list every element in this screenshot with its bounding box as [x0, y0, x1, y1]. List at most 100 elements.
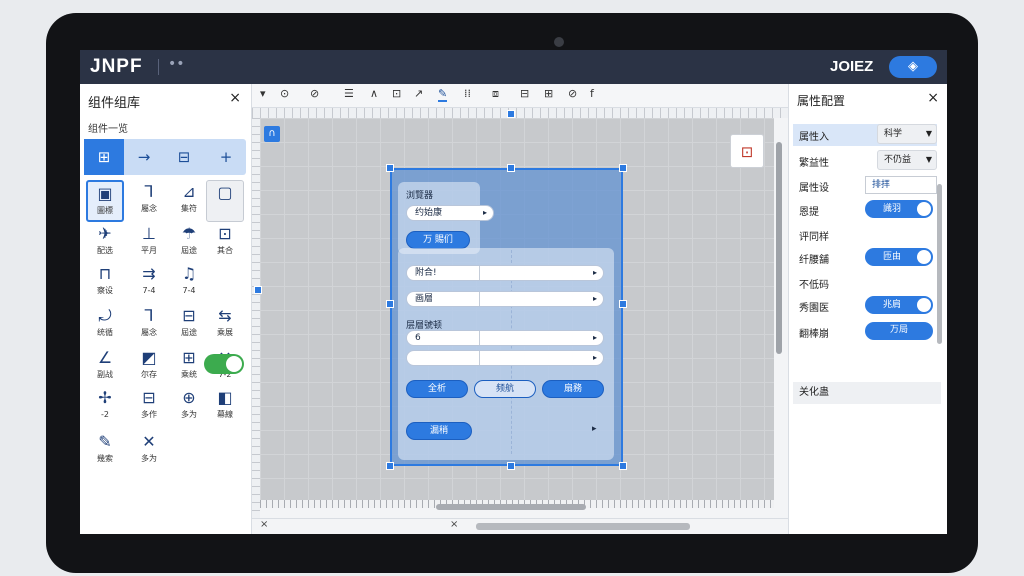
- segment-arrow-icon[interactable]: →: [124, 139, 164, 175]
- property-toggle[interactable]: 識羽: [865, 200, 933, 218]
- segment-doc-icon[interactable]: ⊟: [164, 139, 204, 175]
- resize-handle[interactable]: [619, 462, 627, 470]
- component-tile[interactable]: ✕ 多为: [130, 430, 168, 472]
- arrow-right-icon: ▸: [592, 353, 597, 362]
- property-toggle[interactable]: 兆肩: [865, 296, 933, 314]
- toolbar-tool-icon[interactable]: ⧈: [492, 87, 499, 101]
- property-toggle[interactable]: 匝由: [865, 248, 933, 266]
- component-label: 配选: [97, 246, 113, 255]
- form-button[interactable]: 频航: [474, 380, 536, 398]
- toolbar-tool-icon[interactable]: ⊡: [392, 87, 401, 100]
- toolbar-tool-icon[interactable]: ⁞⁞: [464, 87, 471, 100]
- bottom-scrollbar[interactable]: [476, 523, 690, 530]
- component-tile[interactable]: ⅂ 屬念: [130, 180, 168, 222]
- property-scrollbar[interactable]: [937, 184, 942, 344]
- component-tile[interactable]: ⊞ 乘统: [170, 346, 208, 388]
- component-tile[interactable]: ⊥ 平月: [130, 222, 168, 264]
- form-button[interactable]: 漏稍: [406, 422, 472, 440]
- component-tile[interactable]: ⊿ 集符: [170, 180, 208, 222]
- arrow-right-icon[interactable]: ▸: [592, 424, 597, 434]
- form-button[interactable]: 全析: [406, 380, 468, 398]
- component-tile[interactable]: ⇆ 乘展: [206, 304, 244, 346]
- component-label: 屆途: [181, 328, 197, 337]
- close-icon[interactable]: ×: [927, 90, 939, 106]
- text-field[interactable]: ▸: [406, 350, 604, 366]
- text-field[interactable]: 附合! ▸: [406, 265, 604, 281]
- user-name[interactable]: JOIEZ: [830, 58, 873, 75]
- component-tile[interactable]: ♫ 7-4: [170, 262, 208, 304]
- component-tile[interactable]: ◩ 尔存: [130, 346, 168, 388]
- brand-separator: [158, 59, 159, 75]
- text-field[interactable]: 6 ▸: [406, 330, 604, 346]
- toolbar-tool-icon[interactable]: ⊞: [544, 87, 553, 100]
- resize-handle[interactable]: [386, 300, 394, 308]
- property-select[interactable]: 不仍益 ▼: [877, 150, 937, 170]
- export-icon[interactable]: ⊡: [730, 134, 764, 168]
- toolbar-tool-icon[interactable]: ▾: [260, 87, 266, 100]
- component-tile[interactable]: ✎ 幾索: [86, 430, 124, 472]
- property-input[interactable]: 排拝: [865, 176, 937, 194]
- form-button[interactable]: 扇務: [542, 380, 604, 398]
- resize-handle[interactable]: [507, 462, 515, 470]
- close-icon[interactable]: ×: [450, 519, 458, 530]
- resize-handle[interactable]: [386, 164, 394, 172]
- property-row: 翻棒崩 万局: [793, 321, 937, 343]
- switch-component-icon[interactable]: [204, 354, 244, 374]
- component-icon: ⊡: [218, 224, 232, 243]
- toolbar-tool-icon[interactable]: ↗: [414, 87, 423, 100]
- resize-handle[interactable]: [619, 300, 627, 308]
- component-tile[interactable]: ▣ 圖標: [86, 180, 124, 222]
- toolbar-tool-icon[interactable]: ⊟: [520, 87, 529, 100]
- component-tile[interactable]: ∠ 副战: [86, 346, 124, 388]
- component-tile[interactable]: ▢: [206, 180, 244, 222]
- property-button[interactable]: 万局: [865, 322, 933, 340]
- more-dots-icon[interactable]: ••: [168, 56, 185, 72]
- resize-handle[interactable]: [507, 164, 515, 172]
- select-field[interactable]: 约始康 ▸: [406, 205, 494, 221]
- component-icon: ⅂: [144, 182, 154, 201]
- component-tile[interactable]: ⊟ 屆途: [170, 304, 208, 346]
- property-panel: 属性配置 × 属性入 科学 ▼ 繁益性 不仍益 ▼ 属性设 排拝 恩提 識羽 评同样 纤腰舗 匝由 不低码…: [788, 84, 947, 534]
- component-tile[interactable]: ⊓ 察设: [86, 262, 124, 304]
- segment-form-icon[interactable]: ⊞: [84, 139, 124, 175]
- resize-handle[interactable]: [386, 462, 394, 470]
- component-tile[interactable]: ⅂ 屬念: [130, 304, 168, 346]
- property-row: 繁益性 不仍益 ▼: [793, 150, 937, 172]
- toolbar-tool-icon[interactable]: ⊙: [280, 87, 289, 100]
- component-tile[interactable]: ⊟ 多作: [130, 386, 168, 428]
- component-label: 屬念: [141, 328, 157, 337]
- toolbar-tool-icon[interactable]: ∧: [370, 87, 378, 100]
- component-tile[interactable]: ✈ 配选: [86, 222, 124, 264]
- chevron-down-icon: ▼: [925, 129, 932, 138]
- component-tile[interactable]: ◧ 幕線: [206, 386, 244, 428]
- form-primary-button[interactable]: 万 賜们: [406, 231, 470, 249]
- toolbar-tool-icon[interactable]: f: [590, 87, 594, 100]
- component-tile[interactable]: ⊡ 其合: [206, 222, 244, 264]
- text-field[interactable]: 画層 ▸: [406, 291, 604, 307]
- property-select[interactable]: 科学 ▼: [877, 124, 937, 144]
- toolbar-tool-icon[interactable]: ⊘: [568, 87, 577, 100]
- component-label: 多作: [141, 410, 157, 419]
- select-value: 约始康: [415, 208, 443, 218]
- property-row: 属性入 科学 ▼: [793, 124, 937, 146]
- close-icon[interactable]: ×: [229, 90, 241, 106]
- component-tile[interactable]: ☂ 屆途: [170, 222, 208, 264]
- toolbar-tool-icon[interactable]: ✎: [438, 87, 448, 102]
- segment-add-icon[interactable]: +: [206, 139, 246, 175]
- close-icon[interactable]: ×: [260, 519, 268, 530]
- toolbar-tool-icon[interactable]: ☰: [344, 87, 354, 100]
- property-footer[interactable]: 关化蛊: [793, 382, 941, 404]
- canvas-horizontal-scrollbar[interactable]: [436, 504, 586, 510]
- component-tile[interactable]: ⤾ 统循: [86, 304, 124, 346]
- component-tile[interactable]: ✢ -2: [86, 386, 124, 428]
- toolbar-tool-icon[interactable]: ⊘: [310, 87, 319, 100]
- property-row: 纤腰舗 匝由: [793, 247, 937, 269]
- canvas-corner-icon[interactable]: ∩: [264, 126, 280, 142]
- resize-handle[interactable]: [619, 164, 627, 172]
- property-label: 秀園医: [799, 303, 829, 314]
- component-tile[interactable]: ⇉ 7-4: [130, 262, 168, 304]
- component-icon: ⊿: [182, 182, 196, 201]
- component-tile[interactable]: ⊕ 多为: [170, 386, 208, 428]
- top-action-button[interactable]: ◈: [889, 56, 937, 78]
- canvas-vertical-scrollbar[interactable]: [776, 142, 782, 354]
